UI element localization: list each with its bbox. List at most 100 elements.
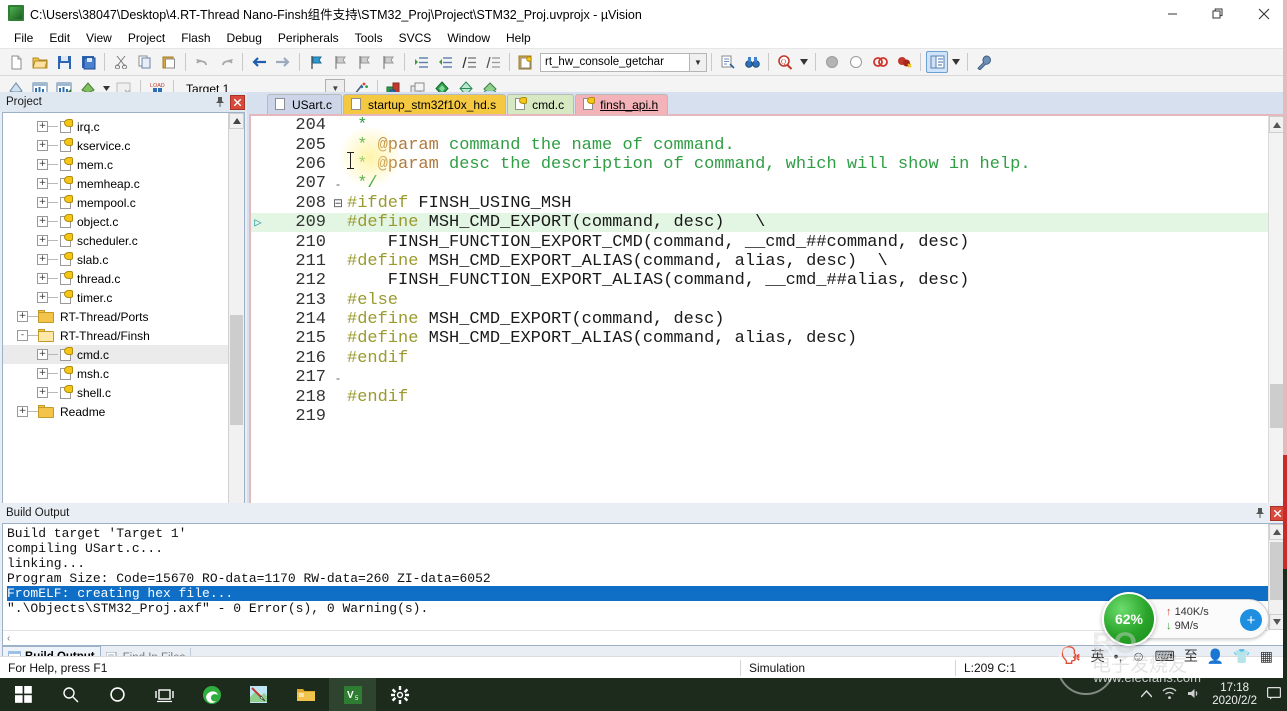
tree-expand-plus-icon[interactable]: + <box>37 197 48 208</box>
start-icon[interactable] <box>0 678 47 711</box>
breakpoint-disable-icon[interactable] <box>845 51 867 73</box>
build-output-scroll-up-icon[interactable] <box>1269 524 1284 540</box>
tray-network-icon[interactable] <box>1162 687 1177 703</box>
ime-skin-icon[interactable]: 👕 <box>1233 648 1250 665</box>
find-in-files-icon[interactable]: Q <box>774 51 796 73</box>
tree-collapse-minus-icon[interactable]: - <box>17 330 28 341</box>
build-output-scroll-left-icon[interactable]: ‹ <box>7 633 10 644</box>
editor-tabstrip[interactable]: USart.c startup_stm32f10x_hd.s cmd.c finsh_… <box>249 92 1287 114</box>
new-file-icon[interactable] <box>5 51 27 73</box>
bookmark-prev-icon[interactable] <box>329 51 351 73</box>
cpu-usage-badge[interactable]: 62% <box>1102 592 1156 646</box>
forward-arrow-icon[interactable] <box>272 51 294 73</box>
menu-file[interactable]: File <box>6 29 41 47</box>
menu-tools[interactable]: Tools <box>347 29 391 47</box>
paint-icon[interactable] <box>235 678 282 711</box>
copy-icon[interactable] <box>134 51 156 73</box>
code-line-210[interactable]: 210 FINSH_FUNCTION_EXPORT_CMD(command, _… <box>251 232 1268 252</box>
window-layout-icon[interactable] <box>926 51 948 73</box>
ime-toolbar[interactable]: 🗣 英 •, ☺ ⌨ 至 👤 👕 ▦ <box>1054 643 1279 669</box>
code-line-209[interactable]: ▷ 209 #define MSH_CMD_EXPORT(command, desc… <box>251 212 1268 233</box>
project-panel-pin-icon[interactable] <box>213 95 227 109</box>
uncomment-block-icon[interactable] <box>482 51 504 73</box>
project-panel-close-icon[interactable] <box>230 94 245 110</box>
find-dropdown-chevron-down-icon[interactable] <box>798 51 810 73</box>
editor-tab-finsh-api-h[interactable]: finsh_api.h <box>575 94 669 114</box>
breakpoint-kill-all-icon[interactable] <box>893 51 915 73</box>
function-combo-input[interactable]: rt_hw_console_getchar <box>540 52 690 72</box>
project-tree-scroll-up-icon[interactable] <box>229 113 244 129</box>
action-center-icon[interactable] <box>1267 686 1282 703</box>
tree-expand-plus-icon[interactable]: + <box>37 140 48 151</box>
tree-item-msh-c[interactable]: + msh.c <box>3 364 244 383</box>
code-line-211[interactable]: 211 #define MSH_CMD_EXPORT_ALIAS(command,… <box>251 252 1268 271</box>
tree-item-slab-c[interactable]: + slab.c <box>3 250 244 269</box>
project-tree[interactable]: + irq.c + kservice.c + mem.c + memheap.c + mempoo… <box>3 113 244 421</box>
tree-expand-plus-icon[interactable]: + <box>37 254 48 265</box>
taskbar-clock[interactable]: 17:18 2020/2/2 <box>1212 682 1257 708</box>
menu-debug[interactable]: Debug <box>219 29 270 47</box>
menu-peripherals[interactable]: Peripherals <box>270 29 347 47</box>
indent-increase-icon[interactable] <box>410 51 432 73</box>
code-line-217[interactable]: 217- <box>251 368 1268 387</box>
code-line-218[interactable]: 218 #endif <box>251 387 1268 407</box>
menu-svcs[interactable]: SVCS <box>391 29 440 47</box>
menu-view[interactable]: View <box>78 29 120 47</box>
menu-edit[interactable]: Edit <box>41 29 78 47</box>
menu-project[interactable]: Project <box>120 29 173 47</box>
comment-block-icon[interactable] <box>458 51 480 73</box>
undo-icon[interactable] <box>191 51 213 73</box>
code-line-212[interactable]: 212 FINSH_FUNCTION_EXPORT_ALIAS(command,… <box>251 271 1268 290</box>
tree-item-scheduler-c[interactable]: + scheduler.c <box>3 231 244 250</box>
tree-expand-plus-icon[interactable]: + <box>37 368 48 379</box>
tree-item-cmd-c[interactable]: + cmd.c <box>3 345 244 364</box>
tree-expand-plus-icon[interactable]: + <box>37 349 48 360</box>
tree-expand-plus-icon[interactable]: + <box>37 178 48 189</box>
tree-expand-plus-icon[interactable]: + <box>37 292 48 303</box>
menu-flash[interactable]: Flash <box>173 29 218 47</box>
tree-item-mempool-c[interactable]: + mempool.c <box>3 193 244 212</box>
layout-dropdown-chevron-down-icon[interactable] <box>950 51 962 73</box>
code-line-215[interactable]: 215 #define MSH_CMD_EXPORT_ALIAS(command,… <box>251 329 1268 348</box>
build-output-vertical-scrollbar[interactable] <box>1268 524 1284 630</box>
build-output-scroll-thumb[interactable] <box>1270 542 1283 600</box>
build-output-scroll-down-icon[interactable] <box>1269 614 1284 630</box>
ime-toolbox-icon[interactable]: ▦ <box>1260 648 1273 665</box>
goto-definition-icon[interactable] <box>515 51 537 73</box>
tree-expand-plus-icon[interactable]: + <box>37 159 48 170</box>
save-icon[interactable] <box>53 51 75 73</box>
bookmark-next-icon[interactable] <box>353 51 375 73</box>
tree-item-mem-c[interactable]: + mem.c <box>3 155 244 174</box>
breakpoint-toggle-icon[interactable] <box>821 51 843 73</box>
code-fold-icon[interactable]: - <box>331 371 345 385</box>
tray-expand-chevron-up-icon[interactable] <box>1140 689 1153 701</box>
tree-item-object-c[interactable]: + object.c <box>3 212 244 231</box>
tree-expand-plus-icon[interactable]: + <box>17 406 28 417</box>
back-arrow-icon[interactable] <box>248 51 270 73</box>
editor-tab-startup-stm32f10x-hd-s[interactable]: startup_stm32f10x_hd.s <box>343 94 507 114</box>
tree-expand-plus-icon[interactable]: + <box>37 235 48 246</box>
tree-expand-plus-icon[interactable]: + <box>37 273 48 284</box>
file-explorer-icon[interactable] <box>282 678 329 711</box>
redo-icon[interactable] <box>215 51 237 73</box>
keil-uvision-icon[interactable]: V5 <box>329 678 376 711</box>
ime-user-icon[interactable]: 👤 <box>1207 648 1224 665</box>
tree-item-timer-c[interactable]: + timer.c <box>3 288 244 307</box>
tree-expand-plus-icon[interactable]: + <box>17 311 28 322</box>
editor-tab-usart-c[interactable]: USart.c <box>267 94 343 114</box>
code-fold-icon[interactable]: ⊟ <box>331 196 345 210</box>
network-monitor-widget[interactable]: 62% ↑ 140K/s ↓ 9M/s + <box>1102 592 1269 646</box>
code-line-216[interactable]: 216 #endif <box>251 349 1268 368</box>
build-output-text-area[interactable]: Build target 'Target 1' compiling USart.c… <box>2 523 1285 646</box>
menu-help[interactable]: Help <box>498 29 539 47</box>
settings-gear-icon[interactable] <box>376 678 423 711</box>
ime-traditional-icon[interactable]: 至 <box>1184 646 1198 666</box>
code-line-207[interactable]: 207- */ <box>251 174 1268 193</box>
ime-keyboard-icon[interactable]: ⌨ <box>1155 648 1175 665</box>
breakpoint-marker-icon[interactable]: ▷ <box>251 215 265 230</box>
bookmark-toggle-icon[interactable] <box>305 51 327 73</box>
code-line-219[interactable]: 219 <box>251 407 1268 426</box>
code-line-206[interactable]: 206 * @param desc the description of com… <box>251 155 1268 174</box>
close-button[interactable] <box>1241 0 1287 27</box>
tray-volume-icon[interactable] <box>1187 687 1202 703</box>
